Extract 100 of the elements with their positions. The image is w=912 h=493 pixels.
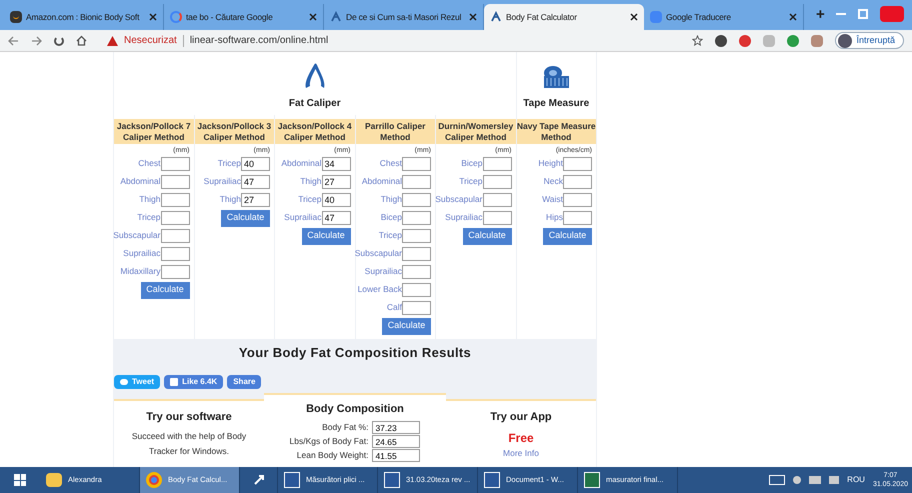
field-label: Chest	[138, 157, 160, 170]
input-field[interactable]	[563, 210, 592, 224]
input-field[interactable]: 34	[322, 156, 350, 170]
field-label: Tricep	[137, 211, 160, 224]
input-field[interactable]: 47	[241, 174, 270, 188]
field-label: Subscapular	[435, 193, 482, 206]
card-text: Succeed with the help of Body Tracker for Windows.	[130, 430, 248, 458]
field-label: Abdominal	[362, 175, 402, 188]
input-field[interactable]	[160, 156, 190, 170]
close-window-icon[interactable]	[880, 6, 904, 22]
share-button[interactable]: Share	[227, 374, 262, 388]
field-label: Subscapular	[354, 247, 402, 260]
input-field[interactable]: 40	[322, 192, 350, 206]
language-indicator[interactable]: ROU	[847, 474, 865, 486]
input-field[interactable]	[402, 192, 431, 206]
close-icon[interactable]	[630, 13, 638, 21]
field-label: Tricep	[298, 193, 322, 206]
input-field[interactable]	[160, 264, 190, 278]
calculate-button[interactable]: Calculate	[221, 210, 270, 226]
field-label: Thigh	[300, 175, 322, 188]
input-field[interactable]	[482, 210, 512, 224]
close-icon[interactable]	[789, 13, 797, 21]
input-field[interactable]	[402, 228, 431, 242]
input-field[interactable]	[160, 174, 190, 188]
field-label: Abdominal	[120, 175, 160, 188]
figure-icon	[490, 11, 502, 23]
back-icon[interactable]	[8, 36, 19, 46]
pin-icon	[252, 473, 266, 487]
result-label: Lean Body Weight:	[296, 449, 368, 462]
field-label: Suprailiac	[123, 247, 160, 260]
close-icon[interactable]	[149, 13, 157, 21]
field-label: Waist	[542, 193, 563, 206]
windows-icon	[14, 474, 26, 486]
chrome-icon	[146, 472, 162, 488]
field-label: Hips	[546, 211, 563, 224]
input-field[interactable]: 27	[322, 174, 350, 188]
calculate-button[interactable]: Calculate	[302, 228, 350, 244]
close-icon[interactable]	[309, 13, 317, 21]
price-text: Free	[508, 430, 534, 447]
url-text[interactable]: linear-software.com/online.html	[190, 33, 328, 48]
input-field[interactable]	[563, 174, 592, 188]
profile-button[interactable]: Întreruptă	[835, 32, 904, 49]
input-field[interactable]	[402, 300, 431, 314]
document-icon	[384, 472, 400, 488]
field-label: Bicep	[461, 157, 482, 170]
input-field[interactable]	[160, 246, 190, 260]
spreadsheet-icon	[584, 472, 600, 488]
field-label: Suprailiac	[364, 265, 402, 278]
input-field[interactable]: 47	[322, 210, 350, 224]
input-field[interactable]	[482, 156, 512, 170]
input-field[interactable]	[402, 246, 431, 260]
translate-icon	[650, 11, 662, 23]
method-header: Jackson/Pollock 3 Caliper Method	[194, 119, 274, 144]
field-label: Neck	[544, 175, 563, 188]
field-label: Suprailiac	[445, 211, 482, 224]
reload-icon[interactable]	[54, 36, 64, 46]
browser-tab[interactable]: Body Fat Calculator	[484, 4, 644, 30]
input-field[interactable]: 40	[241, 156, 270, 170]
input-field[interactable]	[402, 282, 431, 296]
restore-icon[interactable]	[858, 9, 868, 19]
method-header: Parrillo Caliper Method	[356, 119, 435, 144]
bird-icon	[120, 378, 128, 384]
close-icon[interactable]	[469, 13, 477, 21]
input-field[interactable]	[482, 174, 512, 188]
calculate-button[interactable]: Calculate	[382, 318, 431, 334]
input-field[interactable]	[160, 228, 190, 242]
field-label: Thigh	[220, 193, 241, 206]
result-field[interactable]: 24.65	[372, 435, 420, 448]
group-title: Tape Measure	[523, 97, 590, 111]
result-field[interactable]: 41.55	[372, 449, 420, 462]
google-icon	[170, 11, 182, 23]
star-icon[interactable]	[692, 35, 704, 46]
calculate-button[interactable]: Calculate	[543, 228, 592, 244]
input-field[interactable]: 27	[241, 192, 270, 206]
new-tab-button[interactable]: +	[816, 4, 825, 26]
input-field[interactable]	[402, 156, 431, 170]
keyboard-icon[interactable]	[769, 475, 786, 485]
input-field[interactable]	[563, 192, 592, 206]
input-field[interactable]	[402, 174, 431, 188]
input-field[interactable]	[482, 192, 512, 206]
field-label: Thigh	[380, 193, 402, 206]
calculate-button[interactable]: Calculate	[462, 228, 512, 244]
like-button[interactable]: Like 6.4K	[164, 374, 224, 388]
field-label: Height	[538, 157, 563, 170]
input-field[interactable]	[160, 210, 190, 224]
input-field[interactable]	[402, 264, 431, 278]
result-field[interactable]: 37.23	[372, 421, 420, 434]
warning-icon	[107, 36, 118, 46]
card-title: Body Composition	[306, 402, 404, 416]
forward-icon[interactable]	[31, 36, 42, 46]
calculate-button[interactable]: Calculate	[140, 282, 190, 298]
input-field[interactable]	[160, 192, 190, 206]
field-label: Chest	[380, 157, 402, 170]
security-status[interactable]: Nesecurizat	[124, 33, 177, 48]
field-label: Abdominal	[281, 157, 322, 170]
more-info-link[interactable]: More Info	[503, 447, 539, 460]
input-field[interactable]	[402, 210, 431, 224]
field-label: Midaxillary	[120, 265, 160, 278]
home-icon[interactable]	[76, 35, 87, 46]
input-field[interactable]	[563, 156, 592, 170]
